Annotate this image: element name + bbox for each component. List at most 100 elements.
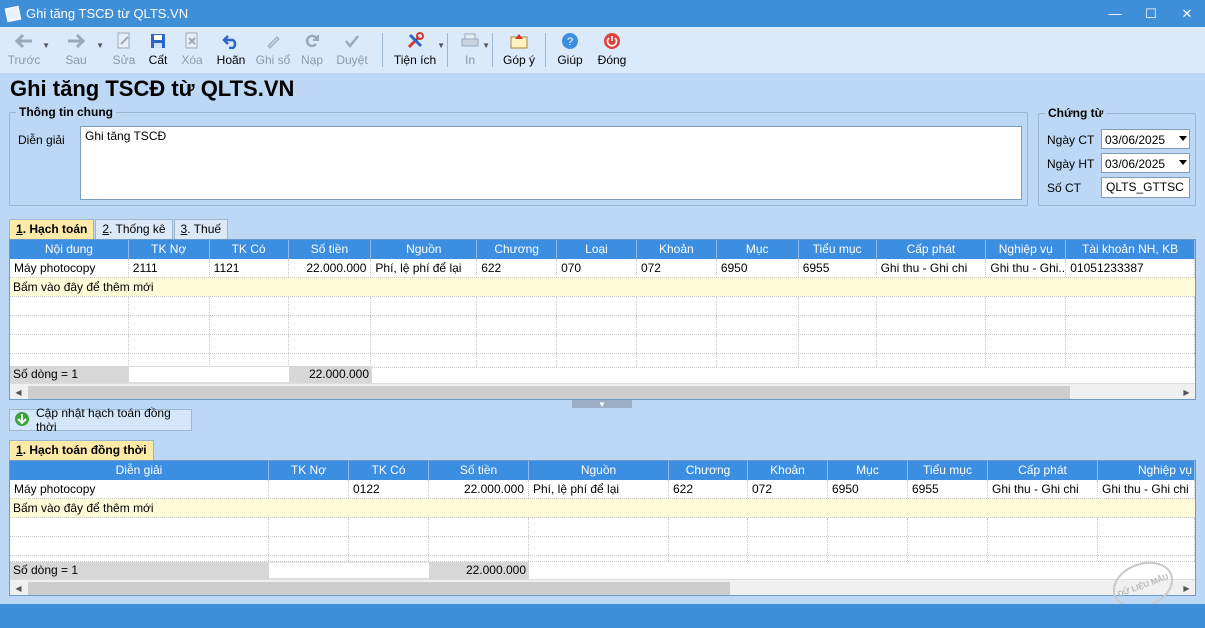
empty-row[interactable] (10, 316, 1195, 335)
description-input[interactable]: Ghi tăng TSCĐ (80, 126, 1022, 200)
maximize-button[interactable]: ☐ (1133, 0, 1169, 27)
col-header[interactable]: Diễn giải (10, 461, 269, 480)
col-header[interactable]: Nội dung (10, 240, 129, 259)
empty-row[interactable] (10, 537, 1195, 556)
reload-button[interactable]: Nạp (294, 27, 330, 67)
post-button[interactable]: Ghi sổ (252, 27, 294, 67)
cell[interactable]: 2111 (129, 259, 210, 277)
col-header[interactable]: TK Nợ (129, 240, 210, 259)
col-header[interactable]: Tài khoản NH, KB (1066, 240, 1195, 259)
col-header[interactable]: TK Nợ (269, 461, 349, 480)
floppy-disk-icon (148, 31, 168, 51)
cell[interactable]: Máy photocopy (10, 480, 269, 498)
posting-date-picker[interactable]: 03/06/2025 (1101, 153, 1190, 173)
minimize-button[interactable]: — (1097, 0, 1133, 27)
scroll-right-icon[interactable]: ▶ (1178, 580, 1195, 595)
add-new-row[interactable]: Bấm vào đây để thêm mới (10, 278, 1195, 297)
close-button[interactable]: ✕ (1169, 0, 1205, 27)
toolbar-separator (545, 33, 546, 67)
grid-header: Nội dung TK Nợ TK Có Số tiền Nguồn Chươn… (10, 240, 1195, 259)
print-button[interactable]: In ▼ (456, 27, 490, 67)
horizontal-scrollbar[interactable]: ◀ ▶ (10, 579, 1195, 595)
empty-row[interactable] (10, 297, 1195, 316)
col-header[interactable]: Khoản (748, 461, 828, 480)
cell[interactable]: Phí, lệ phí để lại (371, 259, 478, 277)
approve-button[interactable]: Duyệt (330, 27, 374, 67)
save-button[interactable]: Cất (142, 27, 174, 67)
cell[interactable]: Ghi thu - Ghi chi (1098, 480, 1195, 498)
cell[interactable]: 622 (669, 480, 748, 498)
col-header[interactable]: Chương (669, 461, 748, 480)
help-button[interactable]: ? Giúp (554, 27, 586, 67)
scroll-left-icon[interactable]: ◀ (10, 580, 27, 595)
cell[interactable]: 070 (557, 259, 637, 277)
cell[interactable]: 22.000.000 (429, 480, 529, 498)
col-header[interactable]: Tiểu mục (908, 461, 988, 480)
col-header[interactable]: Tiểu mục (799, 240, 877, 259)
scroll-left-icon[interactable]: ◀ (10, 384, 27, 399)
col-header[interactable]: Cấp phát (988, 461, 1098, 480)
cell[interactable]: 22.000.000 (289, 259, 372, 277)
cell[interactable]: 622 (477, 259, 558, 277)
prev-button[interactable]: Trước ▼ (4, 27, 50, 67)
undo-button[interactable]: Hoãn (210, 27, 252, 67)
col-header[interactable]: TK Có (349, 461, 429, 480)
tab-tax[interactable]: 3. Thuế (173, 219, 229, 239)
col-header[interactable]: Mục (828, 461, 908, 480)
cell[interactable]: 072 (748, 480, 828, 498)
close-form-button[interactable]: Đóng (592, 27, 632, 67)
cell[interactable]: Ghi thu - Ghi chi (877, 259, 987, 277)
cell[interactable]: 6950 (717, 259, 799, 277)
cell[interactable]: 072 (637, 259, 717, 277)
splitter-handle[interactable]: ▼ (572, 400, 632, 409)
cell[interactable]: Ghi thu - Ghi chi (988, 480, 1098, 498)
voucher-date-picker[interactable]: 03/06/2025 (1101, 129, 1190, 149)
cell[interactable]: 6950 (828, 480, 908, 498)
col-header[interactable]: TK Có (210, 240, 289, 259)
col-header[interactable]: Khoản (637, 240, 717, 259)
cell[interactable]: 6955 (908, 480, 988, 498)
col-header[interactable]: Cấp phát (877, 240, 987, 259)
chevron-down-icon[interactable] (1179, 160, 1187, 165)
table-row[interactable]: Máy photocopy 2111 1121 22.000.000 Phí, … (10, 259, 1195, 278)
cell[interactable] (269, 480, 349, 498)
scrollbar-thumb[interactable] (28, 582, 730, 595)
col-header[interactable]: Nguồn (371, 240, 478, 259)
cell[interactable]: Phí, lệ phí để lại (529, 480, 669, 498)
chevron-down-icon[interactable] (1179, 136, 1187, 141)
col-header[interactable]: Loại (557, 240, 637, 259)
voucher-number-input[interactable]: QLTS_GTTSC (1101, 177, 1190, 198)
empty-row[interactable] (10, 335, 1195, 354)
horizontal-scrollbar[interactable]: ◀ ▶ (10, 383, 1195, 399)
col-header[interactable]: Số tiền (429, 461, 529, 480)
tab-concurrent-accounting[interactable]: 1. Hạch toán đồng thời (9, 440, 154, 460)
cell[interactable]: Máy photocopy (10, 259, 129, 277)
col-header[interactable]: Số tiền (289, 240, 372, 259)
description-label: Diễn giải (18, 133, 65, 147)
col-header[interactable]: Mục (717, 240, 799, 259)
col-header[interactable]: Nghiệp vụ (986, 240, 1067, 259)
update-concurrent-accounting-button[interactable]: Cập nhật hạch toán đồng thời (9, 406, 192, 434)
cell[interactable]: 6955 (799, 259, 877, 277)
col-header[interactable]: Nghiệp vụ (1098, 461, 1195, 480)
delete-button[interactable]: Xóa (174, 27, 210, 67)
scrollbar-thumb[interactable] (28, 386, 1070, 399)
edit-button[interactable]: Sửa (106, 27, 142, 67)
scroll-right-icon[interactable]: ▶ (1178, 384, 1195, 399)
cell[interactable]: Ghi thu - Ghi... (986, 259, 1067, 277)
total-amount: 22.000.000 (289, 366, 372, 383)
tab-accounting[interactable]: 1. Hạch toán (9, 219, 95, 239)
table-row[interactable]: Máy photocopy 0122 22.000.000 Phí, lệ ph… (10, 480, 1195, 499)
cell[interactable]: 0122 (349, 480, 429, 498)
add-new-row[interactable]: Bấm vào đây để thêm mới (10, 499, 1195, 518)
col-header[interactable]: Chương (477, 240, 558, 259)
next-button[interactable]: Sau ▼ (54, 27, 104, 67)
empty-row[interactable] (10, 518, 1195, 537)
grid-footer: Số dòng = 1 22.000.000 (10, 562, 529, 579)
utilities-button[interactable]: Tiện ích ▼ (391, 27, 445, 67)
cell[interactable]: 1121 (210, 259, 289, 277)
feedback-button[interactable]: Góp ý (501, 27, 537, 67)
tab-statistics[interactable]: 2. Thống kê (95, 219, 173, 239)
cell[interactable]: 01051233387 (1066, 259, 1195, 277)
col-header[interactable]: Nguồn (529, 461, 669, 480)
